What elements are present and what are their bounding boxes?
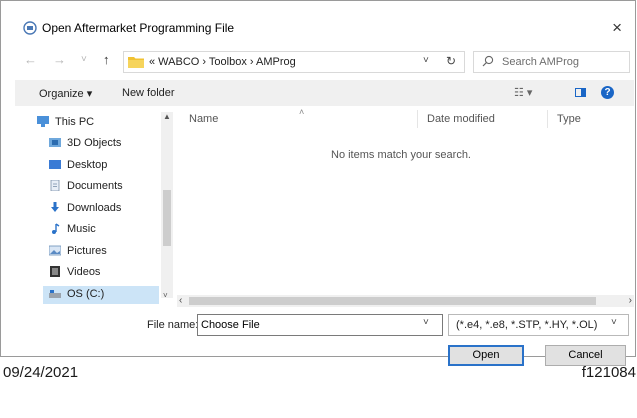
- file-name-input[interactable]: Choose File: [197, 314, 443, 336]
- scrollbar-thumb[interactable]: [189, 297, 596, 305]
- documents-icon: [50, 180, 60, 191]
- sidebar-item-music[interactable]: Music: [49, 221, 157, 239]
- sidebar-item-pictures[interactable]: Pictures: [49, 243, 157, 261]
- pc-icon: [37, 116, 49, 127]
- sidebar-item-label: Music: [67, 223, 96, 235]
- address-bar[interactable]: « WABCO › Toolbox › AMProg ˅ ↻: [123, 51, 465, 73]
- file-list-horizontal-scrollbar[interactable]: ‹ ›: [177, 295, 634, 307]
- folder-icon: [128, 57, 144, 68]
- dialog-title: Open Aftermarket Programming File: [42, 21, 235, 35]
- search-icon: [482, 55, 494, 67]
- scroll-down-icon[interactable]: ˅: [163, 291, 168, 300]
- desktop-icon: [49, 160, 61, 169]
- cancel-button[interactable]: Cancel: [545, 345, 626, 366]
- sidebar-item-label: Documents: [67, 180, 123, 192]
- refresh-icon[interactable]: ↻: [446, 54, 456, 68]
- file-name-dropdown-icon[interactable]: ˅: [423, 317, 429, 328]
- sidebar-item-label: Pictures: [67, 245, 107, 257]
- column-header-name[interactable]: Name: [189, 113, 218, 125]
- up-arrow-icon[interactable]: ↑: [103, 53, 110, 67]
- scroll-left-icon[interactable]: ‹: [179, 295, 182, 306]
- organize-button[interactable]: Organize ▾: [39, 87, 92, 100]
- sidebar-item-desktop[interactable]: Desktop: [49, 157, 157, 175]
- address-dropdown-icon[interactable]: ˅: [423, 55, 429, 66]
- column-header-type[interactable]: Type: [557, 113, 581, 125]
- recent-locations-icon[interactable]: ˅: [81, 53, 87, 67]
- navigation-pane: This PC 3D Objects Desktop Documents Dow…: [37, 110, 169, 306]
- sidebar-item-3d-objects[interactable]: 3D Objects: [49, 135, 157, 153]
- command-bar: Organize ▾ New folder ☷ ▾ ?: [15, 80, 634, 106]
- app-icon: [23, 21, 37, 35]
- scrollbar-thumb[interactable]: [163, 190, 171, 246]
- column-divider[interactable]: [547, 110, 548, 128]
- open-button[interactable]: Open: [448, 345, 524, 366]
- figure-id: f121084: [581, 364, 636, 381]
- navigation-pane-scrollbar[interactable]: ▲ ˅: [161, 112, 173, 300]
- videos-icon: [50, 266, 60, 277]
- search-placeholder: Search AMProg: [502, 56, 580, 68]
- sidebar-item-label: Desktop: [67, 159, 108, 171]
- file-type-select[interactable]: (*.e4, *.e8, *.STP, *.HY, *.OL): [448, 314, 629, 336]
- file-type-dropdown-icon[interactable]: ˅: [611, 317, 617, 328]
- file-name-label: File name:: [147, 319, 199, 331]
- sidebar-item-label: 3D Objects: [67, 137, 122, 149]
- sidebar-item-label: Downloads: [67, 202, 122, 214]
- column-divider[interactable]: [417, 110, 418, 128]
- close-icon[interactable]: ×: [612, 19, 622, 36]
- forward-arrow-icon[interactable]: →: [53, 53, 66, 67]
- downloads-icon: [51, 202, 59, 212]
- figure-date: 09/24/2021: [3, 364, 79, 381]
- open-file-dialog: Open Aftermarket Programming File × ← → …: [15, 14, 634, 366]
- sidebar-item-label: OS (C:): [67, 288, 105, 300]
- pictures-icon: [49, 245, 61, 256]
- help-icon[interactable]: ?: [601, 86, 614, 99]
- empty-state-message: No items match your search.: [331, 149, 471, 161]
- view-options-icon[interactable]: ☷ ▾: [514, 86, 532, 99]
- sidebar-item-this-pc[interactable]: This PC: [37, 114, 157, 132]
- preview-pane-icon[interactable]: [575, 88, 586, 97]
- column-header-date-modified[interactable]: Date modified: [427, 113, 495, 125]
- sidebar-item-documents[interactable]: Documents: [49, 178, 157, 196]
- scroll-right-icon[interactable]: ›: [629, 295, 632, 306]
- music-icon: [52, 223, 60, 234]
- drive-icon: [49, 290, 61, 298]
- sidebar-item-videos[interactable]: Videos: [49, 264, 157, 282]
- figure-frame: Open Aftermarket Programming File × ← → …: [0, 0, 636, 366]
- back-arrow-icon[interactable]: ←: [24, 53, 37, 67]
- scroll-up-icon[interactable]: ▲: [163, 112, 171, 121]
- 3d-objects-icon: [49, 138, 61, 147]
- sort-ascending-icon: ˄: [299, 107, 305, 117]
- breadcrumb[interactable]: « WABCO › Toolbox › AMProg: [149, 56, 296, 68]
- title-bar: Open Aftermarket Programming File ×: [15, 14, 634, 44]
- sidebar-item-downloads[interactable]: Downloads: [49, 200, 157, 218]
- sidebar-item-label: Videos: [67, 266, 101, 278]
- search-box[interactable]: Search AMProg: [473, 51, 630, 73]
- sidebar-item-os-c[interactable]: OS (C:): [43, 286, 159, 304]
- sidebar-item-label: This PC: [55, 116, 95, 128]
- file-list: Name ˄ Date modified Type No items match…: [177, 107, 634, 306]
- navigation-bar: ← → ˅ ↑ « WABCO › Toolbox › AMProg ˅ ↻ S…: [15, 48, 634, 74]
- new-folder-button[interactable]: New folder: [122, 87, 175, 99]
